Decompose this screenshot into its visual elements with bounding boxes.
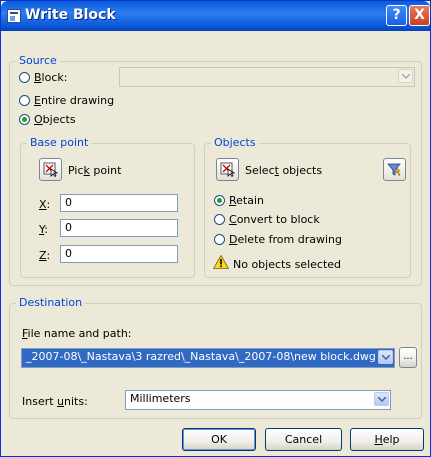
cancel-button[interactable]: Cancel bbox=[265, 428, 342, 451]
radio-icon bbox=[19, 95, 30, 106]
radio-icon bbox=[214, 214, 225, 225]
chevron-down-icon[interactable] bbox=[378, 350, 393, 364]
radio-icon bbox=[19, 114, 30, 125]
chevron-down-icon[interactable] bbox=[374, 392, 389, 406]
retain-label: Retain bbox=[229, 194, 265, 207]
close-button[interactable]: X bbox=[409, 5, 430, 26]
block-name-combo[interactable] bbox=[119, 67, 415, 87]
file-path-label: File name and path: bbox=[22, 327, 132, 340]
delete-from-drawing-radio[interactable]: Delete from drawing bbox=[214, 233, 342, 246]
source-legend: Source bbox=[16, 54, 60, 67]
help-title-button[interactable]: ? bbox=[386, 5, 407, 26]
destination-legend: Destination bbox=[16, 296, 86, 309]
z-label: Z: bbox=[39, 249, 51, 262]
ok-button[interactable]: OK bbox=[182, 428, 256, 451]
quick-select-icon bbox=[387, 163, 401, 176]
convert-to-block-radio[interactable]: Convert to block bbox=[214, 213, 320, 226]
file-path-value: _2007-08\_Nastava\3 razred\_Nastava\_200… bbox=[26, 350, 376, 363]
x-field[interactable]: 0 bbox=[60, 194, 178, 212]
file-path-combo[interactable]: _2007-08\_Nastava\3 razred\_Nastava\_200… bbox=[21, 348, 395, 368]
insert-units-label: Insert units: bbox=[22, 395, 88, 408]
insert-units-combo[interactable]: Millimeters bbox=[125, 390, 391, 410]
write-block-dialog: Write Block ? X Source Block: Entire dra… bbox=[0, 0, 431, 457]
y-field[interactable]: 0 bbox=[60, 219, 178, 237]
select-objects-icon bbox=[220, 162, 235, 177]
selection-status-text: No objects selected bbox=[233, 258, 342, 271]
objects-legend: Objects bbox=[211, 136, 259, 149]
browse-button[interactable]: ... bbox=[399, 347, 417, 368]
select-objects-button[interactable] bbox=[216, 158, 239, 181]
block-radio[interactable]: Block: bbox=[19, 71, 67, 84]
retain-radio[interactable]: Retain bbox=[214, 194, 264, 207]
z-field[interactable]: 0 bbox=[60, 245, 178, 263]
title-bar[interactable]: Write Block ? X bbox=[1, 1, 430, 31]
pick-point-icon bbox=[43, 162, 58, 177]
radio-icon bbox=[214, 195, 225, 206]
pick-point-label: Pick point bbox=[68, 164, 122, 177]
delete-from-drawing-label: Delete from drawing bbox=[229, 233, 343, 246]
entire-drawing-label: Entire drawing bbox=[34, 94, 115, 107]
entire-drawing-radio[interactable]: Entire drawing bbox=[19, 94, 114, 107]
y-label: Y: bbox=[39, 223, 48, 236]
block-label: Block: bbox=[34, 71, 68, 84]
pick-point-button[interactable] bbox=[39, 158, 62, 181]
window-title: Write Block bbox=[25, 7, 116, 23]
x-label: X: bbox=[39, 198, 51, 211]
insert-units-value: Millimeters bbox=[130, 392, 191, 405]
objects-radio[interactable]: Objects bbox=[19, 113, 76, 126]
write-block-icon bbox=[7, 9, 21, 23]
help-button[interactable]: Help bbox=[350, 428, 424, 451]
radio-icon bbox=[19, 72, 30, 83]
radio-icon bbox=[214, 234, 225, 245]
base-point-legend: Base point bbox=[27, 136, 92, 149]
chevron-down-icon[interactable] bbox=[398, 69, 413, 83]
objects-label: Objects bbox=[34, 113, 76, 126]
warning-icon bbox=[213, 255, 229, 269]
select-objects-label: Select objects bbox=[245, 164, 323, 177]
convert-to-block-label: Convert to block bbox=[229, 213, 320, 226]
quick-select-button[interactable] bbox=[383, 158, 406, 181]
